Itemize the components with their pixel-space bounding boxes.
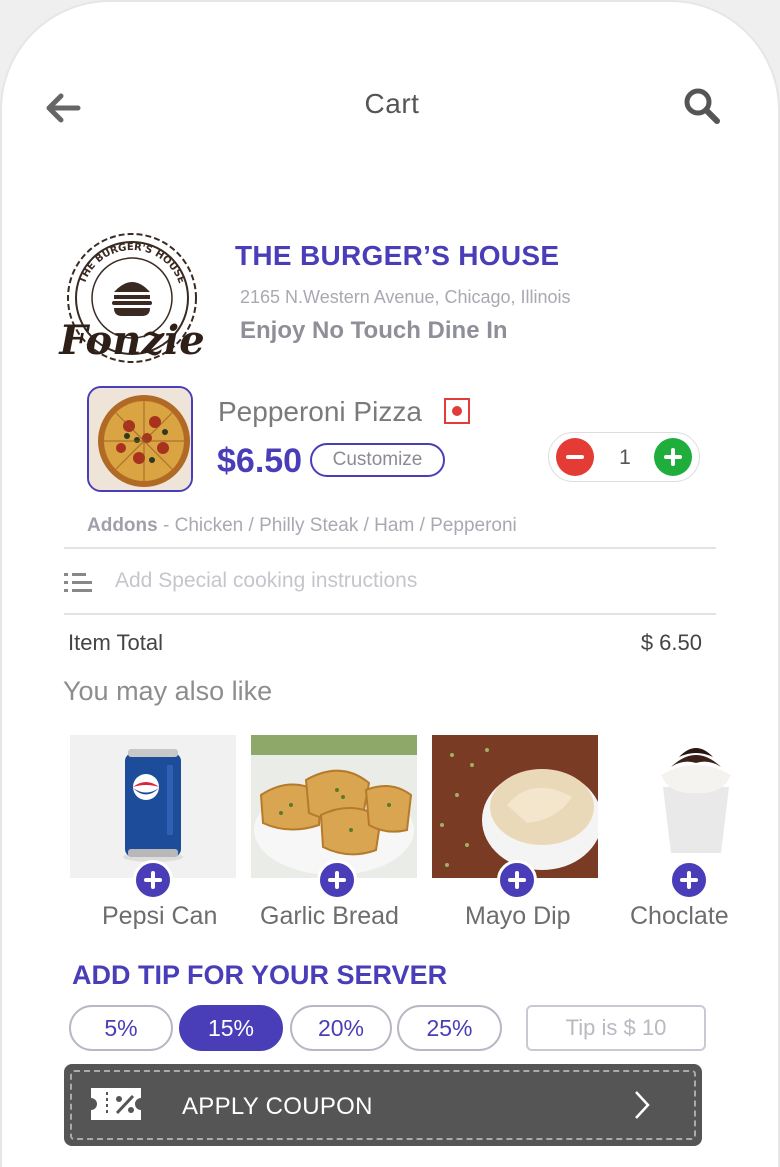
add-pepsi-can-button[interactable] xyxy=(133,860,173,900)
suggestion-label: Choclate xyxy=(630,902,729,930)
restaurant-address: 2165 N.Western Avenue, Chicago, Illinois xyxy=(240,287,571,307)
tip-option-20[interactable]: 20% xyxy=(290,1005,392,1051)
logo-arc-text: THE BURGER'S HOUSE xyxy=(77,242,187,285)
suggestions-title: You may also like xyxy=(63,676,273,706)
tip-option-25[interactable]: 25% xyxy=(397,1005,502,1051)
phone-screen: Cart THE BURGER'S HOUSE Fonzie THE BURGE… xyxy=(0,0,780,1167)
divider xyxy=(64,547,716,549)
item-name: Pepperoni Pizza xyxy=(218,396,422,427)
increase-quantity-button[interactable] xyxy=(654,438,692,476)
tip-option-5[interactable]: 5% xyxy=(69,1005,173,1051)
non-veg-indicator-icon xyxy=(444,398,470,424)
list-icon xyxy=(64,573,92,592)
apply-coupon-label: APPLY COUPON xyxy=(182,1093,373,1120)
add-mayo-dip-button[interactable] xyxy=(497,860,537,900)
suggestion-label: Garlic Bread xyxy=(260,902,399,930)
item-price: $6.50 xyxy=(217,442,303,480)
addons-label: Addons xyxy=(87,515,158,536)
item-total-value: $ 6.50 xyxy=(640,630,702,655)
pepsi-can-image[interactable] xyxy=(70,735,236,878)
suggestion-label: Mayo Dip xyxy=(465,902,571,930)
apply-coupon-button[interactable]: APPLY COUPON xyxy=(64,1064,702,1146)
logo-script-text: Fonzie xyxy=(58,317,204,364)
coupon-icon xyxy=(91,1088,141,1120)
suggestion-label: Pepsi Can xyxy=(102,902,218,930)
item-total-label: Item Total xyxy=(68,630,163,655)
chocolate-sundae-image[interactable] xyxy=(613,735,778,878)
restaurant-logo: THE BURGER'S HOUSE Fonzie xyxy=(58,233,205,364)
coupon-dashed-border xyxy=(70,1070,696,1140)
restaurant-name: THE BURGER’S HOUSE xyxy=(235,240,560,271)
mayo-dip-image[interactable] xyxy=(432,735,598,878)
quantity-stepper: 1 xyxy=(548,432,700,482)
chevron-right-icon xyxy=(635,1091,650,1119)
tip-title: ADD TIP FOR YOUR SERVER xyxy=(72,960,448,990)
search-icon[interactable] xyxy=(682,86,722,126)
custom-tip-input[interactable]: Tip is $ 10 xyxy=(526,1005,706,1051)
add-choclate-button[interactable] xyxy=(669,860,709,900)
garlic-bread-image[interactable] xyxy=(251,735,417,878)
special-instructions-input[interactable]: Add Special cooking instructions xyxy=(115,569,417,593)
divider xyxy=(64,613,716,615)
addons-text: Addons - Chicken / Philly Steak / Ham / … xyxy=(87,515,517,537)
customize-button[interactable]: Customize xyxy=(310,443,445,477)
page-title: Cart xyxy=(364,88,420,119)
svg-text:THE BURGER'S HOUSE: THE BURGER'S HOUSE xyxy=(77,242,187,285)
pizza-image xyxy=(87,386,193,492)
tip-option-15[interactable]: 15% xyxy=(179,1005,283,1051)
addons-list: - Chicken / Philly Steak / Ham / Peppero… xyxy=(157,515,517,536)
add-garlic-bread-button[interactable] xyxy=(317,860,357,900)
restaurant-tagline: Enjoy No Touch Dine In xyxy=(240,317,508,344)
